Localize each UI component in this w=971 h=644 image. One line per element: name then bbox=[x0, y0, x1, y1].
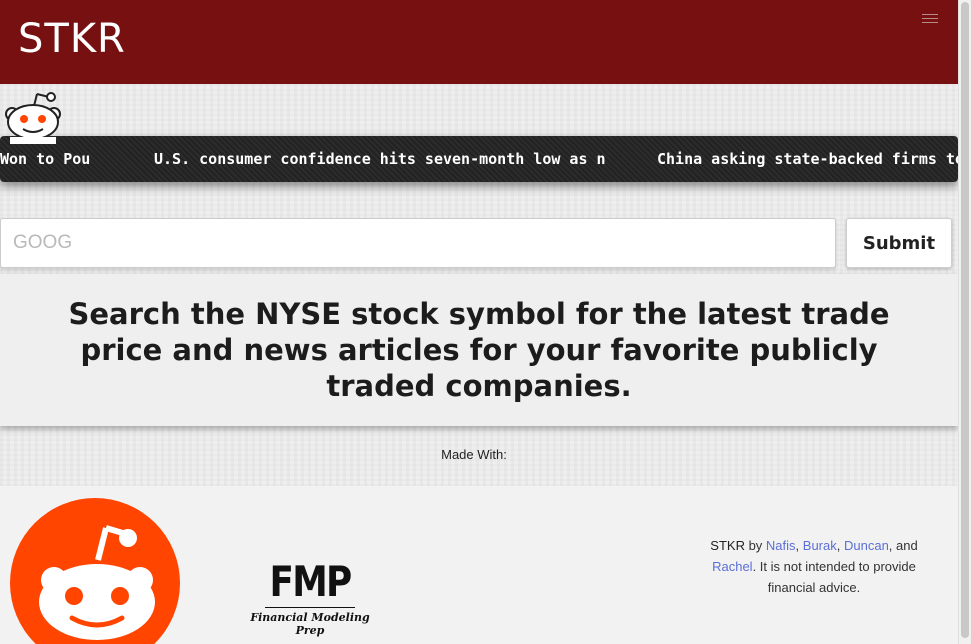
brand-logo[interactable]: STKR bbox=[18, 16, 126, 62]
ticker-item[interactable]: U.S. consumer confidence hits seven-mont… bbox=[154, 150, 606, 168]
credits: STKR by Nafis, Burak, Duncan, and Rachel… bbox=[694, 535, 934, 598]
credits-brand: STKR bbox=[710, 538, 745, 553]
hero-banner: Search the NYSE stock symbol for the lat… bbox=[0, 274, 958, 426]
page-scrollbar[interactable] bbox=[958, 0, 971, 644]
ticker-item[interactable]: Won to Pou bbox=[0, 150, 90, 168]
stock-symbol-input[interactable] bbox=[0, 218, 836, 268]
news-ticker: Won to Pou U.S. consumer confidence hits… bbox=[0, 136, 958, 182]
fmp-subtitle: Financial Modeling Prep bbox=[250, 611, 370, 637]
separator: , bbox=[836, 538, 844, 553]
submit-button[interactable]: Submit bbox=[846, 218, 952, 268]
author-link-nafis[interactable]: Nafis bbox=[766, 538, 796, 553]
fmp-logo[interactable]: FMP Financial Modeling Prep bbox=[240, 557, 380, 638]
credits-by: by bbox=[744, 538, 766, 553]
separator: , bbox=[795, 538, 803, 553]
reddit-logo[interactable] bbox=[10, 498, 180, 644]
made-with-label: Made With: bbox=[441, 447, 507, 462]
navbar: STKR bbox=[0, 0, 958, 84]
credits-disclaimer: . It is not intended to provide financia… bbox=[752, 559, 916, 595]
separator: , and bbox=[888, 538, 918, 553]
reddit-icon bbox=[5, 92, 61, 144]
author-link-burak[interactable]: Burak bbox=[803, 538, 837, 553]
hero-text: Search the NYSE stock symbol for the lat… bbox=[68, 297, 890, 403]
author-link-duncan[interactable]: Duncan bbox=[844, 538, 889, 553]
page: STKR Won to Pou U.S. consumer confidence… bbox=[0, 0, 958, 644]
author-link-rachel[interactable]: Rachel bbox=[712, 559, 752, 574]
scrollbar-thumb[interactable] bbox=[961, 2, 969, 638]
fmp-divider bbox=[265, 607, 355, 608]
fmp-wordmark: FMP bbox=[269, 557, 353, 606]
hamburger-icon[interactable] bbox=[922, 14, 938, 26]
ticker-item[interactable]: China asking state-backed firms to bbox=[657, 150, 958, 168]
